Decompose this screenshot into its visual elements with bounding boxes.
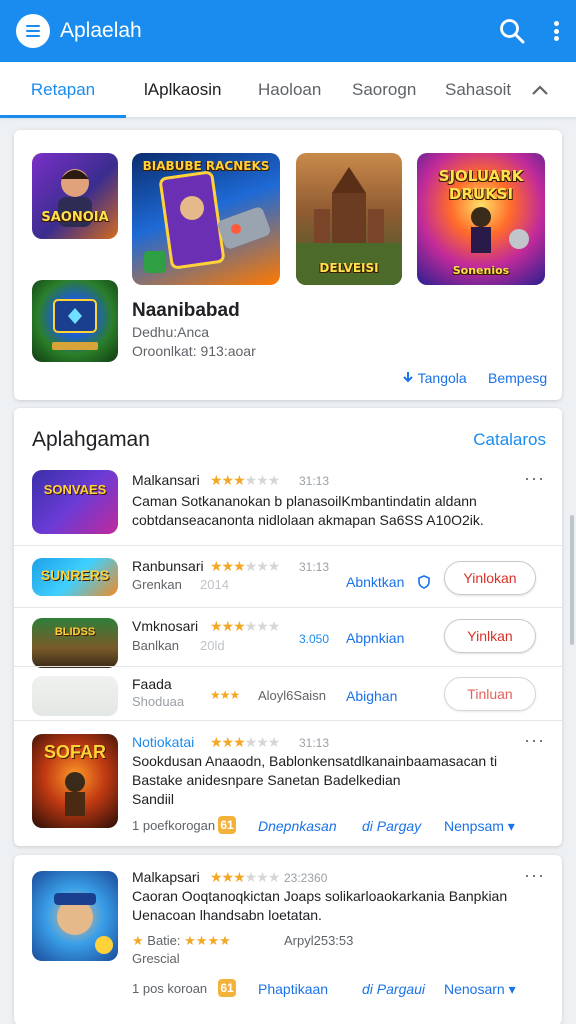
- download-icon: [403, 372, 413, 383]
- featured-thumb[interactable]: [32, 280, 118, 362]
- divider: [14, 545, 562, 546]
- action-link[interactable]: Abighan: [346, 688, 397, 704]
- action-link[interactable]: Abnktkan: [346, 574, 404, 590]
- tab-aplikasi[interactable]: lAplkaosin: [144, 62, 222, 118]
- app-description-2: cobtdanseacanonta nidlolaan akmapan Sa6S…: [132, 512, 484, 528]
- sub-rating: ★ Batie: ★★★★: [132, 933, 231, 948]
- featured-thumb[interactable]: SJOLUARK DRUKSI Sonenios: [417, 153, 545, 285]
- chevron-up-icon[interactable]: [530, 80, 550, 100]
- app-category: Grenkan: [132, 577, 182, 592]
- badge: 61: [218, 816, 236, 834]
- app-name: Notiokatai: [132, 734, 195, 750]
- app-extra: Grescial: [132, 951, 180, 966]
- app-year: 20ld: [200, 638, 225, 653]
- search-icon[interactable]: [498, 17, 526, 45]
- rating-stars: ★★★: [210, 688, 240, 702]
- rating-value: 31:13: [299, 474, 330, 488]
- app-icon[interactable]: SONVAES: [32, 470, 118, 534]
- tab-saorogn[interactable]: Saorogn: [352, 62, 416, 118]
- divider: [14, 720, 562, 721]
- more-horiz-icon[interactable]: ···: [524, 865, 545, 886]
- featured-thumb[interactable]: SAONOIA: [32, 153, 118, 239]
- install-button[interactable]: Tinluan: [444, 677, 536, 711]
- app-meta: Aloyl6Saisn: [258, 688, 326, 703]
- install-button[interactable]: Yinlokan: [444, 561, 536, 595]
- app-icon[interactable]: SUNRERS: [32, 558, 118, 596]
- app-name: Faada: [132, 676, 172, 692]
- action-link[interactable]: di Pargaui: [362, 981, 425, 997]
- rating-stars: ★★★★★★: [210, 558, 280, 574]
- menu-icon[interactable]: [16, 14, 50, 48]
- app-name: Malkapsari: [132, 869, 200, 885]
- tab-haoloan[interactable]: Haoloan: [258, 62, 321, 118]
- more-horiz-icon[interactable]: ···: [524, 468, 545, 489]
- app-meta: 1 pos koroan: [132, 981, 208, 996]
- character-icon: [58, 169, 92, 227]
- tv-icon: [52, 299, 98, 350]
- app-name: Malkansari: [132, 472, 200, 488]
- tab-retapan[interactable]: Retapan: [0, 62, 126, 118]
- rating-value: 3.050: [299, 632, 330, 646]
- rating-value: 31:13: [299, 560, 330, 574]
- rating-stars: ★★★★★★: [210, 869, 280, 885]
- app-detail-card: Malkapsari ★★★★★★ 23:2360 ··· Caoran Ooq…: [14, 855, 562, 1024]
- app-date: Arpyl253:53: [284, 933, 354, 948]
- rating-value: 31:13: [299, 736, 330, 750]
- app-description: Sookdusan Anaaodn, Bablonkensatdlkanainb…: [132, 753, 498, 769]
- tab-sahasoit[interactable]: Sahasoit: [445, 62, 511, 118]
- tab-bar: Retapan lAplkaosin Haoloan Saorogn Sahas…: [0, 62, 576, 118]
- warrior-icon: [65, 772, 85, 816]
- app-icon[interactable]: SOFAR: [32, 734, 118, 828]
- app-icon[interactable]: [32, 871, 118, 961]
- app-title: Aplaelah: [60, 19, 142, 42]
- rating-stars: ★★★★★★: [210, 472, 280, 488]
- rating-stars: ★★★★★★: [210, 734, 280, 750]
- badge: 61: [218, 979, 236, 997]
- app-meta: 1 poefkorogan: [132, 818, 216, 833]
- action-link[interactable]: di Pargay: [362, 818, 421, 834]
- featured-link-right[interactable]: Bempesg: [488, 370, 547, 386]
- app-category: Banlkan: [132, 638, 179, 653]
- action-link[interactable]: Dnepnkasan: [258, 818, 337, 834]
- divider: [14, 666, 562, 667]
- install-button[interactable]: Yinlkan: [444, 619, 536, 653]
- featured-title: Naanibabad: [132, 300, 240, 321]
- featured-link-left[interactable]: Tangola: [402, 370, 467, 386]
- action-link[interactable]: Abpnkian: [346, 630, 404, 646]
- section-title: Aplahgaman: [32, 428, 150, 451]
- featured-card: SAONOIA BIABUBE RACNEKS DELVEISI SJOLUAR…: [14, 130, 562, 400]
- featured-thumb[interactable]: DELVEISI: [296, 153, 402, 285]
- app-name: Ranbunsari: [132, 558, 204, 574]
- app-category: Shoduaa: [132, 694, 185, 709]
- more-vert-icon[interactable]: [552, 19, 560, 43]
- app-year: 2014: [200, 577, 229, 592]
- app-description: Caman Sotkananokan b planasoilKmbantinda…: [132, 493, 477, 509]
- more-horiz-icon[interactable]: ···: [524, 730, 545, 751]
- rating-value: 23:2360: [284, 871, 328, 885]
- featured-meta: Oroonlkat: 913:aoar: [132, 343, 256, 359]
- action-link[interactable]: Nenpsam ▾: [444, 818, 515, 835]
- app-list-card: Aplahgaman Catalaros SONVAES Malkansari …: [14, 408, 562, 846]
- featured-thumb[interactable]: BIABUBE RACNEKS: [132, 153, 280, 285]
- app-bar: Aplaelah: [0, 0, 576, 62]
- pirate-icon: [54, 893, 113, 954]
- app-description-2: Uenacoan lhandsabn loetatan.: [132, 907, 322, 923]
- app-description-3: Sandiil: [132, 791, 175, 807]
- app-name: Vmknosari: [132, 618, 199, 634]
- rating-stars: ★★★★★★: [210, 618, 280, 634]
- action-link[interactable]: Phaptikaan: [258, 981, 328, 997]
- action-link[interactable]: Nenosarn ▾: [444, 981, 516, 998]
- section-link[interactable]: Catalaros: [473, 430, 546, 450]
- app-icon[interactable]: BLIDSS: [32, 618, 118, 668]
- app-description: Caoran Ooqtanoqkictan Joaps solikarloaok…: [132, 888, 508, 904]
- app-icon[interactable]: [32, 676, 118, 716]
- featured-subtitle: Dedhu:Anca: [132, 324, 210, 340]
- scrollbar[interactable]: [570, 515, 574, 645]
- app-description-2: Bastake anidesnpare Sanetan Badelkedian: [132, 772, 401, 788]
- shield-icon: [418, 575, 430, 589]
- divider: [14, 607, 562, 608]
